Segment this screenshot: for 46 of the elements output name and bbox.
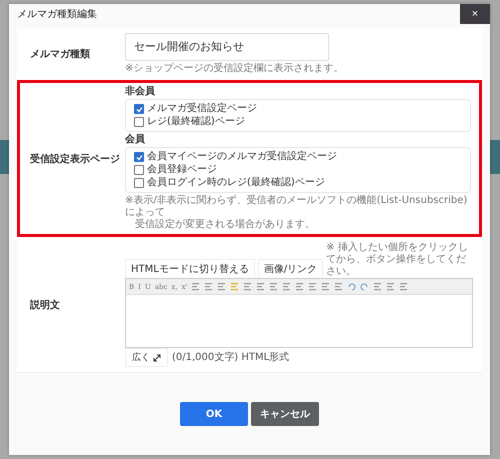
toolbar-icon[interactable]	[269, 282, 278, 291]
group-title: 非会員	[125, 86, 156, 98]
group-title: 会員	[125, 134, 146, 146]
editor-tab[interactable]: HTMLモードに切り替える	[125, 259, 255, 278]
field-note: ※表示/非表示に関わらず、受信者のメールソフトの機能(List-Unsubscribe)によって	[125, 195, 468, 218]
cancel-button[interactable]: キャンセル	[251, 402, 319, 426]
undo-icon[interactable]	[347, 282, 356, 291]
checkbox[interactable]	[134, 117, 144, 127]
field-label: メルマガ種類	[29, 48, 91, 61]
dialog-title: メルマガ種類編集	[16, 8, 97, 21]
checkbox[interactable]	[134, 178, 144, 188]
ok-button[interactable]: OK	[180, 402, 248, 426]
checkbox-label: 会員登録ページ	[147, 164, 217, 176]
toolbar-icon[interactable]	[334, 282, 344, 291]
field-label: 説明文	[28, 298, 61, 312]
toolbar-icon[interactable]	[386, 282, 396, 291]
field-note: 受信設定が変更される場合があります。	[134, 219, 316, 231]
close-button[interactable]: ×	[460, 4, 490, 24]
toolbar-icon[interactable]	[295, 282, 304, 291]
checkbox[interactable]	[134, 165, 144, 175]
toolbar-icon[interactable]	[230, 282, 240, 291]
checkbox-label: レジ(最終確認)ページ	[147, 116, 245, 128]
toolbar-icon[interactable]	[308, 282, 318, 291]
toolbar-icon[interactable]	[399, 282, 408, 291]
editor-hint: ※ 挿入したい個所をクリックしてから、ボタン操作をしてください。	[326, 242, 469, 278]
toolbar-icon[interactable]	[217, 282, 226, 291]
checkbox[interactable]	[134, 152, 144, 162]
field-label: 受信設定表示ページ	[29, 152, 121, 166]
redo-icon[interactable]	[360, 282, 370, 291]
toolbar-icon[interactable]	[256, 282, 266, 291]
checkbox[interactable]	[134, 104, 144, 114]
character-counter: (0/1,000文字) HTML形式	[172, 352, 290, 364]
checkbox-label: 会員ログイン時のレジ(最終確認)ページ	[147, 177, 325, 189]
expand-button[interactable]: 広く	[125, 348, 168, 367]
checkbox-label: 会員マイページのメルマガ受信設定ページ	[147, 151, 337, 163]
toolbar-icon[interactable]	[243, 282, 252, 291]
expand-icon	[153, 354, 161, 362]
toolbar-icon[interactable]	[282, 282, 292, 291]
checkbox-label: メルマガ受信設定ページ	[147, 103, 257, 115]
editor-tab[interactable]: 画像/リンク	[258, 259, 324, 278]
toolbar-icon[interactable]	[373, 282, 382, 291]
input-field[interactable]: セール開催のお知らせ	[125, 33, 329, 61]
field-note: ※ショップページの受信設定欄に表示されます。	[125, 63, 344, 75]
toolbar-icon[interactable]	[321, 282, 330, 291]
toolbar-icon[interactable]	[191, 282, 200, 291]
toolbar-icon[interactable]	[204, 282, 214, 291]
